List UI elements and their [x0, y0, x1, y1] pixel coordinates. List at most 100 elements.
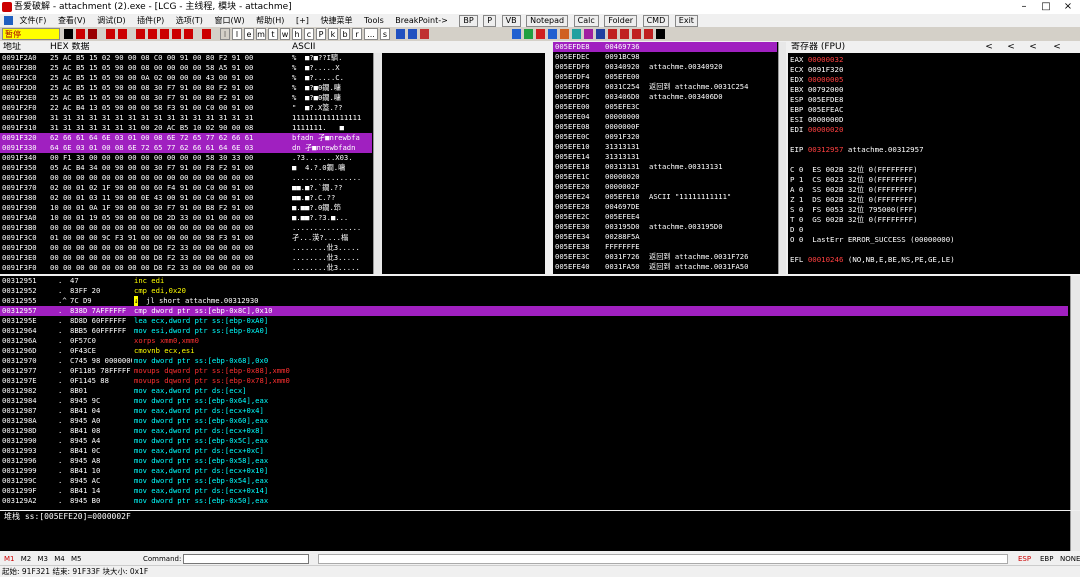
ebp-button[interactable]: EBP [1040, 553, 1053, 565]
letter-m-button[interactable]: m [256, 28, 266, 40]
dump-row[interactable]: 0091F310 31 31 31 31 31 31 31 00 20 AC B5… [0, 123, 372, 133]
stack-row[interactable]: 005EFE14 31313131 [553, 152, 777, 162]
menu-file[interactable]: 文件(F) [20, 14, 47, 27]
stack-scrollbar[interactable] [778, 42, 786, 274]
disasm-row[interactable]: 00312952. 83FF 20 cmp edi,0x20 [0, 286, 1068, 296]
restart-icon[interactable] [76, 29, 85, 39]
question-icon[interactable] [420, 29, 429, 39]
disasm-row[interactable]: 0031298A. 8945 A0 mov dword ptr ss:[ebp-0x… [0, 416, 1068, 426]
pause-icon[interactable] [118, 29, 127, 39]
m2-tab[interactable]: M2 [21, 553, 32, 565]
menu-tools[interactable]: Tools [364, 14, 384, 27]
stack-row[interactable]: 005EFE28 004697DE [553, 202, 777, 212]
dump-row[interactable]: 0091F350 05 AC B4 34 00 90 00 00 30 F7 91… [0, 163, 372, 173]
stack-row[interactable]: 005EFE3C 0031F726 返回到 attachme.0031F726 [553, 252, 777, 262]
letter-c-button[interactable]: c [304, 28, 314, 40]
disasm-row[interactable]: 0031296D. 0F43CE cmovnb ecx,esi [0, 346, 1068, 356]
disasm-row[interactable]: 00312977. 0F1185 78FFFFF movups dqword ptr… [0, 366, 1068, 376]
esp-button[interactable]: ESP [1018, 553, 1031, 565]
letter-e-button[interactable]: e [244, 28, 254, 40]
tool-icon-5[interactable] [560, 29, 569, 39]
stack-row[interactable]: 005EFE20 0000002F [553, 182, 777, 192]
stack-row[interactable]: 005EFE2C 005EFEE4 [553, 212, 777, 222]
register-row[interactable] [790, 245, 1078, 255]
letter-b-button[interactable]: b [340, 28, 350, 40]
reg-nav-prev-1[interactable]: < [978, 42, 1000, 53]
dump-row[interactable]: 0091F2C0 25 AC B5 15 05 90 00 0A 02 00 00… [0, 73, 372, 83]
register-row[interactable]: ESP 005EFDE8 [790, 95, 1078, 105]
reg-nav-prev-2[interactable]: < [1000, 42, 1022, 53]
register-row[interactable]: EAX 00000032 [790, 55, 1078, 65]
register-row[interactable] [790, 265, 1078, 274]
ellipsis-button[interactable]: ... [364, 28, 378, 40]
list-icon[interactable] [408, 29, 417, 39]
trace-into-icon[interactable] [160, 29, 169, 39]
calc-button[interactable]: Calc [573, 15, 599, 27]
step-over-icon[interactable] [148, 29, 157, 39]
tool-icon-7[interactable] [584, 29, 593, 39]
register-row[interactable]: EFL 00010246 (NO,NB,E,BE,NS,PE,GE,LE) [790, 255, 1078, 265]
disasm-row[interactable]: 00312964. 8BB5 60FFFFFF mov esi,dword ptr … [0, 326, 1068, 336]
disasm-scrollbar[interactable] [1070, 276, 1080, 510]
disasm-row[interactable]: 0031297E. 0F1145 88 movups dqword ptr ss:[… [0, 376, 1068, 386]
stack-row[interactable]: 005EFE10 31313131 [553, 142, 777, 152]
disasm-row[interactable]: 00312951. 47 inc edi [0, 276, 1068, 286]
disasm-row[interactable]: 0031296A. 0F57C0 xorps xmm0,xmm0 [0, 336, 1068, 346]
dump-row[interactable]: 0091F2E0 25 AC B5 15 05 90 00 08 30 F7 91… [0, 93, 372, 103]
disasm-row[interactable]: 00312955 .^ 7C D9 ↓ jl short attachme.003129… [0, 296, 1068, 306]
dump-row[interactable]: 0091F2A0 25 AC B5 15 02 90 00 08 C0 00 91… [0, 53, 372, 63]
dump-row[interactable]: 0091F2D0 25 AC B5 15 05 90 00 08 30 F7 91… [0, 83, 372, 93]
menu-view[interactable]: 查看(V) [58, 14, 86, 27]
stack-row[interactable]: 005EFE04 00000000 [553, 112, 777, 122]
dump-row[interactable]: 0091F390 10 00 01 0A 1F 90 00 00 30 F7 91… [0, 203, 372, 213]
none-button[interactable]: NONE [1060, 553, 1080, 565]
dump-row[interactable]: 0091F300 31 31 31 31 31 31 31 31 31 31 31… [0, 113, 372, 123]
dump-row[interactable]: 0091F3C0 01 00 00 00 9C F3 91 00 00 00 00… [0, 233, 372, 243]
letter-r-button[interactable]: r [352, 28, 362, 40]
register-row[interactable]: A 0 SS 002B 32位 0(FFFFFFFF) [790, 185, 1078, 195]
register-row[interactable]: D 0 [790, 225, 1078, 235]
cmd-button[interactable]: CMD [642, 15, 670, 27]
dump-header-address[interactable]: 地址 [3, 42, 21, 53]
disasm-row[interactable]: 00312990. 8945 A4 mov dword ptr ss:[ebp-0x… [0, 436, 1068, 446]
register-row[interactable]: S 0 FS 0053 32位 795000(FFF) [790, 205, 1078, 215]
exit-button[interactable]: Exit [674, 15, 698, 27]
stack-row[interactable]: 005EFDE8 00469736 [553, 42, 777, 52]
dump-row[interactable]: 0091F370 02 00 01 02 1F 90 00 00 60 F4 91… [0, 183, 372, 193]
register-row[interactable]: T 0 GS 002B 32位 0(FFFFFFFF) [790, 215, 1078, 225]
p-button[interactable]: P [483, 15, 497, 27]
stack-row[interactable]: 005EFDF8 0031C254 返回到 attachme.0031C254 [553, 82, 777, 92]
disasm-row[interactable]: 0031298D. 8B41 08 mov eax,dword ptr ds:[ec… [0, 426, 1068, 436]
tool-icon-10[interactable] [620, 29, 629, 39]
stack-row[interactable]: 005EFDFC 003406D0 attachme.003406D0 [553, 92, 777, 102]
letter-p-button[interactable]: P [316, 28, 326, 40]
m4-tab[interactable]: M4 [54, 553, 65, 565]
tool-icon-1[interactable] [512, 29, 521, 39]
reg-nav-prev-3[interactable]: < [1022, 42, 1044, 53]
m1-tab[interactable]: M1 [4, 553, 15, 565]
grid-icon[interactable] [396, 29, 405, 39]
close-button[interactable]: × [1058, 0, 1078, 14]
register-row[interactable]: EDI 00000020 [790, 125, 1078, 135]
letter-w-button[interactable]: w [280, 28, 290, 40]
tool-icon-2[interactable] [524, 29, 533, 39]
disasm-row[interactable]: 00312999. 8B41 10 mov eax,dword ptr ds:[ec… [0, 466, 1068, 476]
m5-tab[interactable]: M5 [71, 553, 82, 565]
dump-row[interactable]: 0091F2B0 25 AC B5 15 05 90 00 08 00 00 00… [0, 63, 372, 73]
step-into-icon[interactable] [136, 29, 145, 39]
menu-debug[interactable]: 调试(D) [97, 14, 125, 27]
menu-help[interactable]: 帮助(H) [256, 14, 284, 27]
tool-icon-4[interactable] [548, 29, 557, 39]
disasm-row[interactable]: 00312987. 8B41 04 mov eax,dword ptr ds:[ec… [0, 406, 1068, 416]
stack-row[interactable]: 005EFDEC 0091BC98 [553, 52, 777, 62]
run-icon[interactable] [106, 29, 115, 39]
menu-plugins[interactable]: 插件(P) [137, 14, 164, 27]
register-row[interactable]: EBX 00792000 [790, 85, 1078, 95]
register-row[interactable]: ESI 0000000D [790, 115, 1078, 125]
menu-breakpoint[interactable]: BreakPoint-> [395, 14, 448, 27]
disasm-row[interactable]: 00312970. C745 98 0000000 mov dword ptr ss… [0, 356, 1068, 366]
dump-row[interactable]: 0091F3B0 00 00 00 00 00 00 00 00 00 00 00… [0, 223, 372, 233]
register-row[interactable]: Z 1 DS 002B 32位 0(FFFFFFFF) [790, 195, 1078, 205]
open-icon[interactable] [64, 29, 73, 39]
dump-row[interactable]: 0091F2F0 22 AC B4 13 05 90 00 00 58 F3 91… [0, 103, 372, 113]
